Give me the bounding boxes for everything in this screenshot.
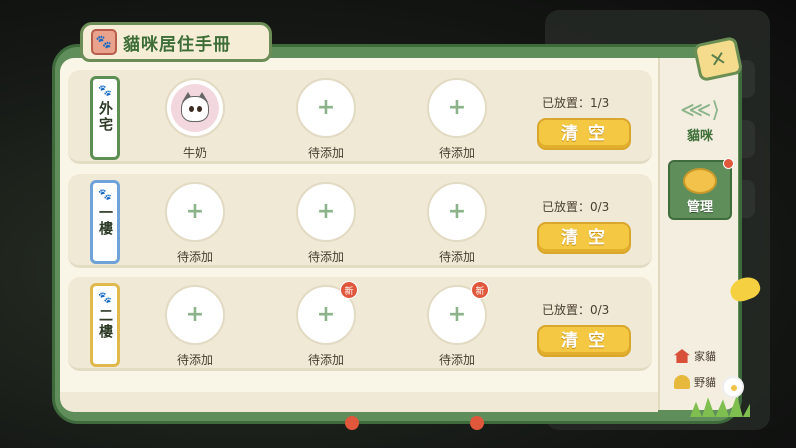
slot-label: 待添加 (307, 250, 344, 264)
empty-slot[interactable]: + 待添加 (164, 182, 226, 268)
floor-row-second: 🐾 二樓 + 待添加 + 新 待添加 + 新 待添加 已放置：0/3 清空 (68, 277, 652, 371)
slot-label: 待添加 (438, 250, 475, 264)
plus-icon: + (447, 199, 467, 224)
paw-icon: 🐾 (98, 84, 112, 97)
plus-icon: + (447, 302, 467, 327)
slot-label: 待添加 (176, 353, 213, 367)
tab-label: 貓咪 (686, 129, 713, 144)
slot-circle[interactable]: + 新 (427, 281, 489, 345)
empty-slot[interactable]: + 待添加 (164, 285, 226, 371)
notification-dot (723, 158, 734, 169)
empty-slot[interactable]: + 新 待添加 (426, 281, 489, 371)
slot-circle[interactable] (165, 78, 225, 138)
new-badge: 新 (340, 281, 358, 299)
placed-count: 已放置：1/3 (542, 96, 610, 110)
plus-icon: + (185, 302, 205, 327)
red-dot-decoration (470, 416, 484, 430)
placed-count: 已放置：0/3 (542, 303, 610, 317)
legend-label: 家貓 (694, 350, 716, 363)
legend-home-cat: 家貓 (674, 348, 716, 364)
empty-slot[interactable]: + 待添加 (295, 78, 357, 164)
close-icon: ✕ (707, 45, 729, 73)
tab-cats[interactable]: ⋘⟩ 貓咪 (668, 98, 732, 144)
title-tab: 🐾 貓咪居住手冊 (80, 22, 272, 62)
slot-circle[interactable]: + (165, 285, 225, 345)
daisy-icon (724, 378, 742, 396)
floor-row-first: 🐾 一樓 + 待添加 + 待添加 + 待添加 已放置：0/3 清空 (68, 174, 652, 268)
tent-icon (674, 375, 690, 389)
plus-icon: + (316, 199, 336, 224)
empty-slot[interactable]: + 待添加 (295, 182, 357, 268)
page-title: 貓咪居住手冊 (123, 34, 231, 55)
floor-tag: 🐾 二樓 (90, 283, 120, 367)
floor-name: 二樓 (97, 308, 113, 340)
tab-manage[interactable]: 管理 (668, 158, 734, 220)
floor-row-outdoor: 🐾 外宅 牛奶 + 待添加 + 待添加 已放置：1/3 清空 (68, 70, 652, 164)
slot-circle[interactable]: + (165, 182, 225, 242)
clear-button[interactable]: 清空 (537, 222, 631, 254)
slot-circle[interactable]: + 新 (296, 281, 358, 345)
new-badge: 新 (471, 281, 489, 299)
plus-icon: + (316, 302, 336, 327)
tab-label: 管理 (686, 200, 713, 215)
paw-icon: 🐾 (98, 188, 112, 201)
slot-label: 待添加 (176, 250, 213, 264)
empty-slot[interactable]: + 新 待添加 (295, 281, 358, 371)
slot-circle[interactable]: + (427, 78, 487, 138)
plus-icon: + (316, 95, 336, 120)
slot-circle[interactable]: + (296, 182, 356, 242)
legend-label: 野貓 (694, 376, 716, 389)
cat-bed-icon (683, 168, 717, 194)
floor-tag: 🐾 外宅 (90, 76, 120, 160)
floor-name: 外宅 (97, 101, 113, 133)
empty-slot[interactable]: + 待添加 (426, 78, 488, 164)
slot-label: 待添加 (307, 146, 344, 160)
placed-count: 已放置：0/3 (542, 200, 610, 214)
book-paw-icon: 🐾 (91, 29, 117, 55)
house-icon (674, 349, 690, 363)
red-dot-decoration (345, 416, 359, 430)
plus-icon: + (447, 95, 467, 120)
floor-name: 一樓 (97, 205, 113, 237)
empty-slot[interactable]: + 待添加 (426, 182, 488, 268)
paw-icon: 🐾 (98, 291, 112, 304)
slot-circle[interactable]: + (296, 78, 356, 138)
slot-label: 待添加 (438, 146, 475, 160)
slot-circle[interactable]: + (427, 182, 487, 242)
cat-slot[interactable]: 牛奶 (164, 78, 226, 164)
plus-icon: + (185, 199, 205, 224)
slot-label: 待添加 (438, 353, 475, 367)
page-footer-strip (60, 392, 658, 412)
clear-button[interactable]: 清空 (537, 118, 631, 150)
cat-avatar-icon (171, 84, 219, 132)
slot-label: 待添加 (307, 353, 344, 367)
fish-bone-icon: ⋘⟩ (680, 98, 720, 123)
floor-tag: 🐾 一樓 (90, 180, 120, 264)
clear-button[interactable]: 清空 (537, 325, 631, 357)
slot-label: 牛奶 (182, 146, 207, 160)
legend-wild-cat: 野貓 (674, 374, 716, 390)
